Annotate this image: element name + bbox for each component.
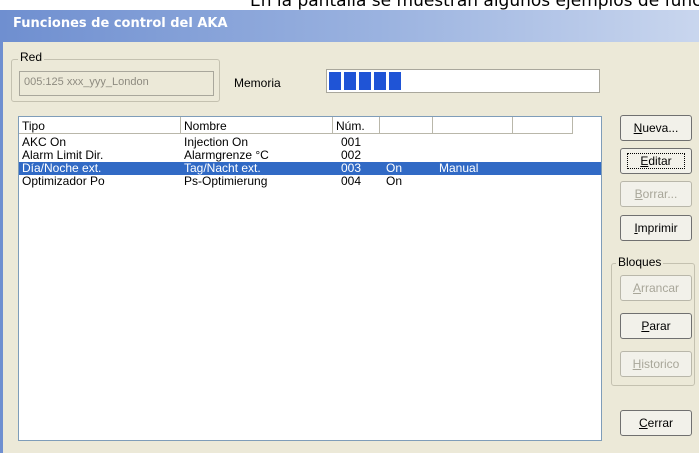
cell-num: 003: [341, 162, 362, 175]
print-button-label: mprimir: [637, 221, 678, 235]
cell-nombre: Alarmgrenze °C: [184, 149, 269, 162]
cell-estado: On: [386, 162, 403, 175]
cell-tipo: Día/Noche ext.: [22, 162, 102, 175]
table-row[interactable]: Optimizador Po Ps-Optimierung 004 On: [19, 175, 601, 188]
close-button-mnemonic: C: [638, 416, 648, 430]
stop-button-label: arar: [649, 319, 671, 333]
cell-nombre: Tag/Nacht ext.: [184, 162, 261, 175]
column-header-nombre[interactable]: Nombre: [181, 117, 333, 134]
memory-meter-fill: [329, 72, 401, 90]
column-header-extra[interactable]: [513, 117, 573, 134]
title-bar[interactable]: Funciones de control del AKA: [3, 10, 699, 42]
delete-button[interactable]: Borrar...: [620, 181, 692, 207]
cell-tipo: AKC On: [22, 136, 67, 149]
delete-button-label: orrar...: [642, 187, 678, 201]
stop-button[interactable]: Parar: [620, 313, 692, 339]
cell-num: 001: [341, 136, 362, 149]
cell-tipo: Optimizador Po: [22, 175, 105, 188]
dialog-window: Funciones de control del AKA Red 005:125…: [0, 10, 699, 453]
cell-tipo: Alarm Limit Dir.: [22, 149, 104, 162]
start-button-label: rrancar: [641, 281, 680, 295]
edit-button-focus: Editar: [627, 153, 685, 169]
memory-label: Memoria: [234, 76, 281, 90]
history-button-label: istorico: [641, 357, 680, 371]
close-button-label: errar: [647, 416, 673, 430]
functions-list[interactable]: Tipo Nombre Núm. AKC On Injection On 001…: [18, 116, 602, 441]
network-group-label: Red: [18, 50, 45, 64]
column-header-modo[interactable]: [433, 117, 513, 134]
cell-nombre: Injection On: [184, 136, 249, 149]
table-row[interactable]: Alarm Limit Dir. Alarmgrenze °C 002: [19, 149, 601, 162]
edit-button[interactable]: Editar: [620, 148, 692, 174]
delete-button-mnemonic: B: [634, 187, 643, 201]
network-field: 005:125 xxx_yyy_London: [19, 71, 214, 96]
cell-num: 004: [341, 175, 362, 188]
new-button-mnemonic: N: [633, 121, 643, 135]
table-row[interactable]: Día/Noche ext. Tag/Nacht ext. 003 On Man…: [19, 162, 601, 175]
new-button-label: ueva...: [642, 121, 679, 135]
memory-meter: [326, 69, 600, 93]
column-header-estado[interactable]: [380, 117, 433, 134]
column-header-tipo[interactable]: Tipo: [19, 117, 181, 134]
column-header-num[interactable]: Núm.: [333, 117, 380, 134]
edit-button-label: ditar: [648, 154, 672, 168]
close-button[interactable]: Cerrar: [620, 410, 692, 436]
window-title: Funciones de control del AKA: [13, 16, 228, 31]
table-row[interactable]: AKC On Injection On 001: [19, 136, 601, 149]
start-button-mnemonic: A: [632, 281, 641, 295]
new-button[interactable]: Nueva...: [620, 115, 692, 141]
blocks-group-label: Bloques: [616, 255, 664, 269]
cell-modo: Manual: [439, 162, 479, 175]
list-header: Tipo Nombre Núm.: [19, 117, 601, 134]
start-button[interactable]: Arrancar: [620, 275, 692, 301]
cell-nombre: Ps-Optimierung: [184, 175, 268, 188]
history-button[interactable]: Historico: [620, 351, 692, 377]
print-button[interactable]: Imprimir: [620, 215, 692, 241]
cell-estado: On: [386, 175, 403, 188]
cell-num: 002: [341, 149, 362, 162]
